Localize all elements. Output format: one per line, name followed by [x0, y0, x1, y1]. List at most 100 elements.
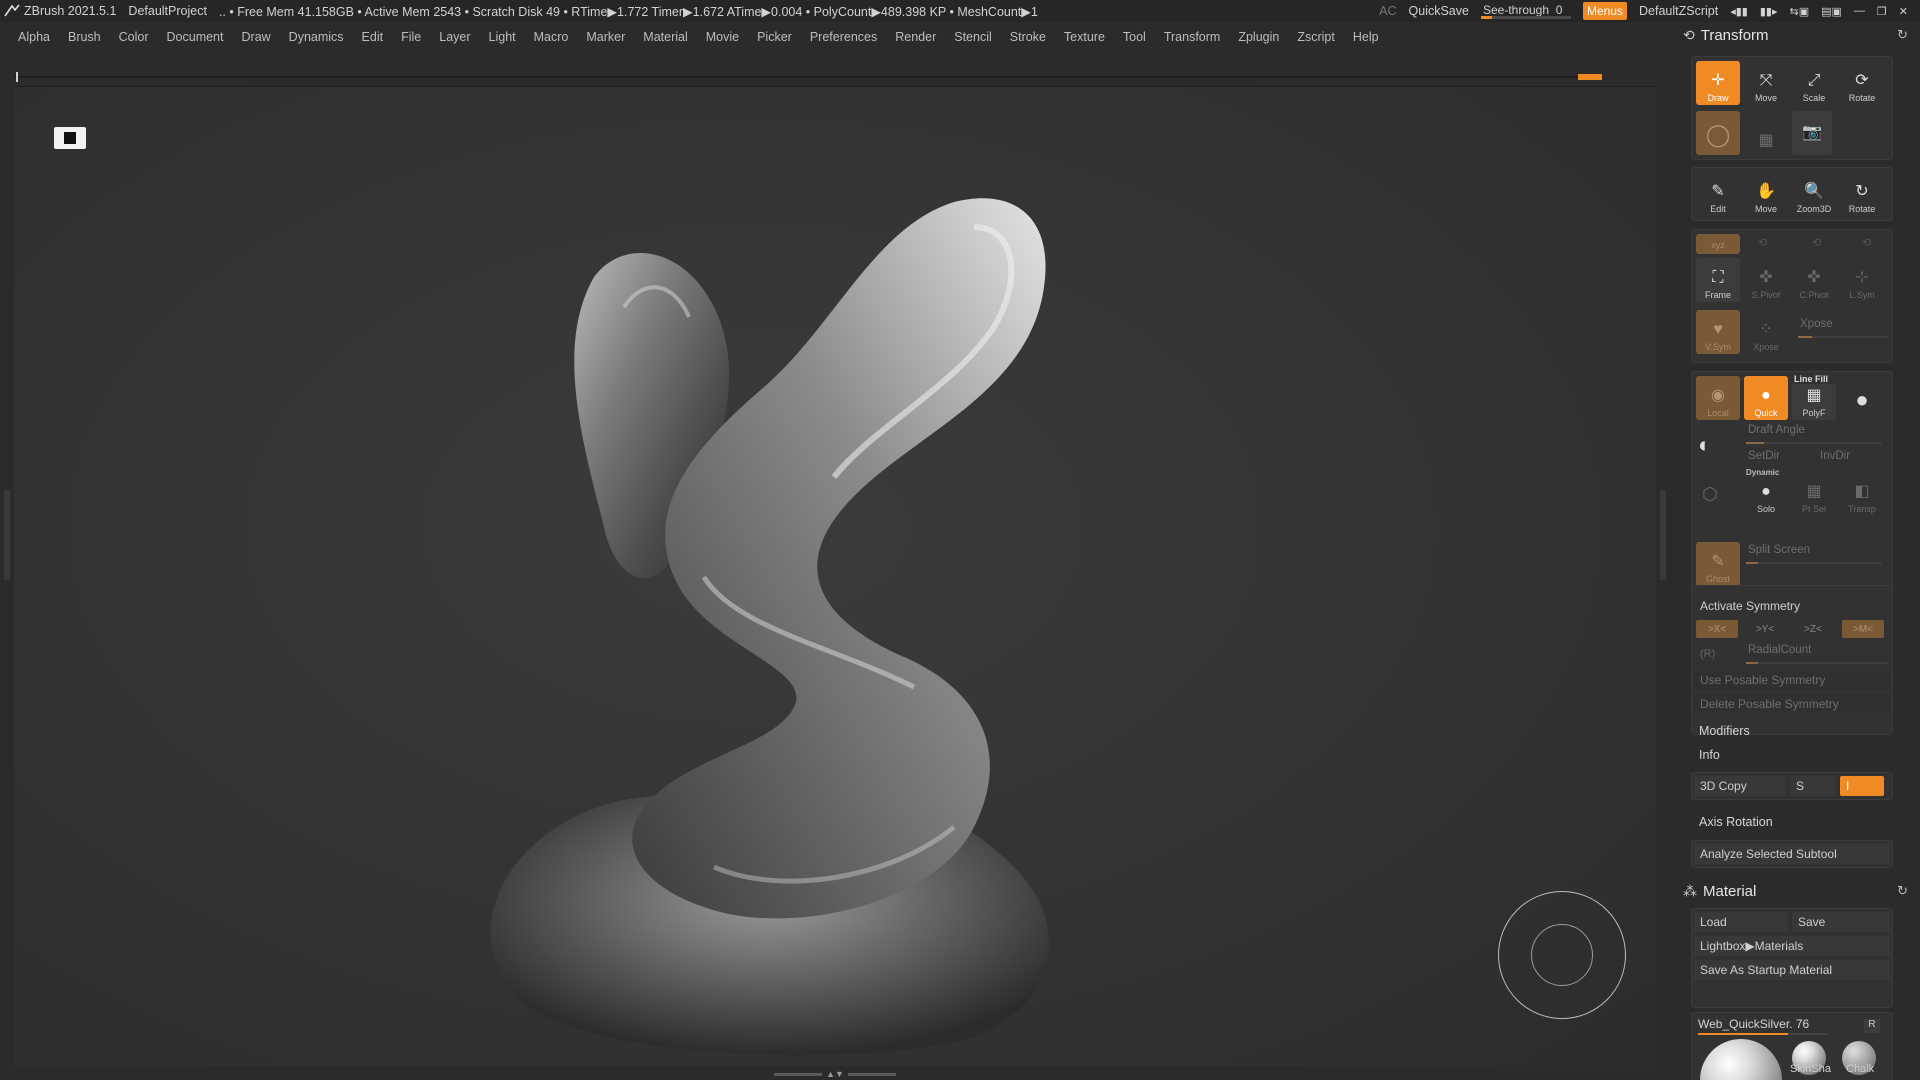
- y-rotation-icon[interactable]: ⟲: [1758, 236, 1767, 249]
- transform-palette-header[interactable]: ⟲ Transform ↻: [1675, 22, 1920, 48]
- menu-document[interactable]: Document: [167, 30, 224, 44]
- menu-zplugin[interactable]: Zplugin: [1238, 30, 1279, 44]
- menu-zscript[interactable]: Zscript: [1297, 30, 1335, 44]
- free-rotation-icon[interactable]: ⟲: [1862, 236, 1871, 249]
- palette-drag-icon[interactable]: ⟲: [1683, 27, 1695, 44]
- scale-mode-button[interactable]: ⤢ Scale: [1792, 61, 1836, 105]
- save-startup-material-button[interactable]: Save As Startup Material: [1694, 960, 1890, 980]
- menu-tool[interactable]: Tool: [1123, 30, 1146, 44]
- default-zscript-button[interactable]: DefaultZScript: [1639, 4, 1718, 18]
- contrast-toggle-icon[interactable]: ◐: [1698, 432, 1711, 458]
- quicksave-button[interactable]: QuickSave: [1409, 4, 1469, 18]
- top-shelf-slider[interactable]: [14, 72, 1602, 82]
- lightbox-materials-button[interactable]: Lightbox▶Materials: [1694, 936, 1890, 956]
- split-screen-slider[interactable]: Split Screen: [1744, 544, 1884, 566]
- setdir-button[interactable]: SetDir: [1748, 450, 1780, 462]
- snapshot-button[interactable]: 📷: [1792, 111, 1832, 155]
- menu-picker[interactable]: Picker: [757, 30, 792, 44]
- modifiers-subpalette[interactable]: Modifiers: [1699, 724, 1750, 738]
- vsym-button[interactable]: ♥ V.Sym: [1696, 310, 1740, 354]
- menu-movie[interactable]: Movie: [706, 30, 739, 44]
- axis-rotation-subpalette[interactable]: Axis Rotation: [1699, 815, 1773, 829]
- ptsel-button[interactable]: ▦ Pt Sel: [1792, 476, 1836, 516]
- polyf-button[interactable]: ▦ PolyF: [1792, 384, 1836, 420]
- copy3d-button[interactable]: 3D Copy: [1694, 776, 1786, 796]
- menu-color[interactable]: Color: [119, 30, 149, 44]
- xpose-icon-button[interactable]: ⁘ Xpose: [1744, 310, 1788, 354]
- transp-button[interactable]: ◧ Transp: [1840, 476, 1884, 516]
- copy3d-i-button[interactable]: I: [1840, 776, 1884, 796]
- minimize-icon[interactable]: —: [1854, 5, 1865, 17]
- transform-reset-icon[interactable]: ↻: [1897, 27, 1908, 43]
- close-icon[interactable]: ✕: [1899, 5, 1908, 18]
- spivot-button[interactable]: ✜ S.Pivot: [1744, 258, 1788, 302]
- radial-count-slider[interactable]: RadialCount: [1744, 644, 1890, 666]
- menu-help[interactable]: Help: [1353, 30, 1379, 44]
- move-mode-button[interactable]: ⤧ Move: [1744, 61, 1788, 105]
- menu-marker[interactable]: Marker: [586, 30, 625, 44]
- material-save-button[interactable]: Save: [1792, 912, 1890, 932]
- xyz-rotation-button[interactable]: xyz: [1696, 234, 1740, 254]
- rotate-mode-button[interactable]: ⟳ Rotate: [1840, 61, 1884, 105]
- material-r-button[interactable]: R: [1864, 1019, 1880, 1033]
- layout-left-icon[interactable]: ◂▮▮: [1730, 5, 1748, 18]
- info-subpalette[interactable]: Info: [1699, 748, 1720, 762]
- quick-button[interactable]: ● Quick: [1744, 376, 1788, 420]
- menu-preferences[interactable]: Preferences: [810, 30, 877, 44]
- analyze-subtool-button[interactable]: Analyze Selected Subtool: [1694, 844, 1890, 864]
- zoom3d-button[interactable]: 🔍 Zoom3D: [1792, 172, 1836, 216]
- menu-draw[interactable]: Draw: [242, 30, 271, 44]
- menu-stroke[interactable]: Stroke: [1010, 30, 1046, 44]
- draw-mode-button[interactable]: ✛ Draw: [1696, 61, 1740, 105]
- menu-dynamics[interactable]: Dynamics: [289, 30, 344, 44]
- swap-icon[interactable]: ⇆▣: [1789, 5, 1809, 18]
- symmetry-m-button[interactable]: >M<: [1842, 620, 1884, 638]
- menu-stencil[interactable]: Stencil: [954, 30, 992, 44]
- ac-indicator[interactable]: AC: [1379, 4, 1396, 18]
- project-name[interactable]: DefaultProject: [128, 4, 207, 18]
- perspective-camera-icon[interactable]: [54, 127, 86, 149]
- menus-toggle-button[interactable]: Menus: [1582, 2, 1627, 20]
- menu-layer[interactable]: Layer: [439, 30, 470, 44]
- draft-angle-slider[interactable]: Draft Angle: [1744, 424, 1884, 446]
- menu-material[interactable]: Material: [643, 30, 687, 44]
- frame-button[interactable]: ⛶ Frame: [1696, 258, 1740, 302]
- radial-toggle-button[interactable]: (R): [1700, 648, 1715, 660]
- ghost-button[interactable]: ✎ Ghost: [1696, 542, 1740, 586]
- delete-posable-symmetry-button[interactable]: Delete Posable Symmetry: [1694, 694, 1890, 714]
- menu-macro[interactable]: Macro: [534, 30, 569, 44]
- material-palette-header[interactable]: ⁂ Material ↻: [1675, 878, 1920, 904]
- z-rotation-icon[interactable]: ⟲: [1812, 236, 1821, 249]
- invdir-button[interactable]: InvDir: [1820, 450, 1850, 462]
- local-button[interactable]: ◉ Local: [1696, 376, 1740, 420]
- symmetry-x-button[interactable]: >X<: [1696, 620, 1738, 638]
- menu-edit[interactable]: Edit: [362, 30, 384, 44]
- symmetry-z-button[interactable]: >Z<: [1792, 620, 1834, 638]
- solo-button[interactable]: ● Solo: [1744, 476, 1788, 516]
- transparency-sphere-button[interactable]: ●: [1840, 376, 1884, 420]
- bottom-tray-handle[interactable]: ▲▼: [770, 1069, 900, 1079]
- canvas-viewport[interactable]: [14, 86, 1656, 1066]
- rotate-view-button[interactable]: ↻ Rotate: [1840, 172, 1884, 216]
- menu-file[interactable]: File: [401, 30, 421, 44]
- menu-texture[interactable]: Texture: [1064, 30, 1105, 44]
- pan-button[interactable]: ✋ Move: [1744, 172, 1788, 216]
- lsym-button[interactable]: ⊹ L.Sym: [1840, 258, 1884, 302]
- menu-brush[interactable]: Brush: [68, 30, 101, 44]
- current-material-preview[interactable]: [1700, 1039, 1782, 1080]
- layout-right-icon[interactable]: ▮▮▸: [1760, 5, 1778, 18]
- copy3d-s-button[interactable]: S: [1790, 776, 1836, 796]
- maximize-icon[interactable]: ❐: [1877, 5, 1887, 18]
- material-load-button[interactable]: Load: [1694, 912, 1788, 932]
- symmetry-y-button[interactable]: >Y<: [1744, 620, 1786, 638]
- top-shelf-marker[interactable]: [1578, 74, 1602, 80]
- menu-alpha[interactable]: Alpha: [18, 30, 50, 44]
- material-reset-icon[interactable]: ↻: [1897, 883, 1908, 899]
- edit-button[interactable]: ✎ Edit: [1696, 172, 1740, 216]
- use-posable-symmetry-button[interactable]: Use Posable Symmetry: [1694, 670, 1890, 690]
- material-drag-icon[interactable]: ⁂: [1683, 883, 1697, 900]
- xpose-slider[interactable]: Xpose: [1796, 318, 1890, 340]
- cpivot-button[interactable]: ✜ C.Pivot: [1792, 258, 1836, 302]
- sculpt-mesh[interactable]: [454, 107, 1154, 1057]
- menu-light[interactable]: Light: [489, 30, 516, 44]
